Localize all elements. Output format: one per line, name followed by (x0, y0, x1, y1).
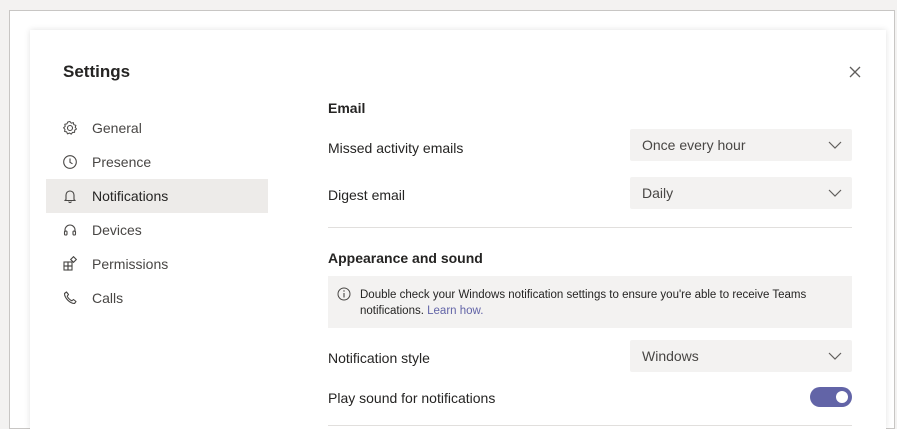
dialog-title: Settings (63, 62, 131, 81)
select-value: Windows (642, 348, 699, 364)
appearance-section-heading: Appearance and sound (328, 250, 483, 266)
info-banner: Double check your Windows notification s… (328, 276, 852, 328)
nav-item-label: General (92, 120, 142, 136)
select-value: Daily (642, 185, 674, 201)
chevron-down-icon (828, 352, 842, 360)
nav-item-devices[interactable]: Devices (46, 213, 268, 247)
close-icon (849, 66, 861, 78)
play-sound-label: Play sound for notifications (328, 390, 496, 406)
missed-activity-select[interactable]: Once every hour (630, 129, 852, 161)
nav-item-label: Devices (92, 222, 142, 238)
learn-how-link[interactable]: Learn how. (427, 305, 483, 317)
toggle-knob (836, 391, 848, 403)
notification-style-label: Notification style (328, 350, 430, 366)
close-button[interactable] (844, 61, 866, 83)
chevron-down-icon (828, 189, 842, 197)
nav-item-label: Notifications (92, 188, 169, 204)
settings-dialog: Settings General Presence Notifications (30, 30, 886, 429)
nav-item-label: Calls (92, 290, 124, 306)
settings-nav: General Presence Notifications Devices P… (46, 111, 268, 315)
info-icon (337, 287, 351, 301)
select-value: Once every hour (642, 137, 746, 153)
section-divider (328, 425, 852, 426)
nav-item-general[interactable]: General (46, 111, 268, 145)
nav-item-presence[interactable]: Presence (46, 145, 268, 179)
email-section-heading: Email (328, 100, 366, 116)
headset-icon (62, 222, 78, 238)
bell-icon (62, 188, 78, 204)
digest-email-label: Digest email (328, 187, 406, 203)
apps-icon (62, 256, 78, 272)
clock-icon (62, 154, 78, 170)
phone-icon (62, 290, 78, 306)
play-sound-toggle[interactable] (810, 387, 852, 407)
missed-activity-label: Missed activity emails (328, 140, 464, 156)
digest-email-select[interactable]: Daily (630, 177, 852, 209)
nav-item-calls[interactable]: Calls (46, 281, 268, 315)
nav-item-permissions[interactable]: Permissions (46, 247, 268, 281)
section-divider (328, 227, 852, 228)
nav-item-label: Permissions (92, 256, 169, 272)
nav-item-notifications[interactable]: Notifications (46, 179, 268, 213)
gear-icon (62, 120, 78, 136)
chevron-down-icon (828, 141, 842, 149)
notification-style-select[interactable]: Windows (630, 340, 852, 372)
nav-item-label: Presence (92, 154, 152, 170)
